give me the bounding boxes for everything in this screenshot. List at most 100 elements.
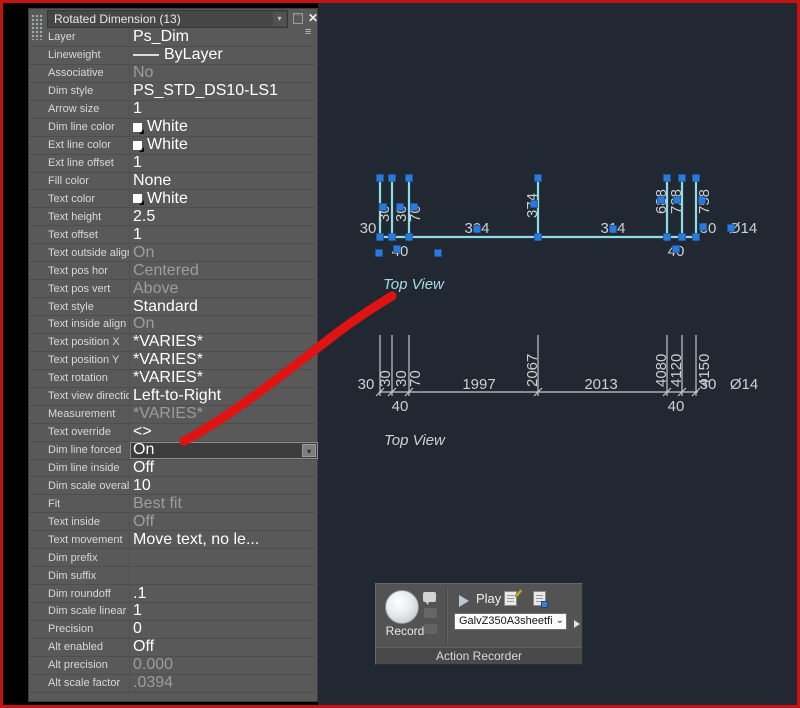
property-row-dim-line-color[interactable]: Dim line color White xyxy=(29,118,318,137)
property-value[interactable]: None xyxy=(130,172,318,190)
chevron-down-icon[interactable]: ▾ xyxy=(273,12,286,26)
property-value[interactable]: White xyxy=(130,136,318,154)
property-row-alt-scale-factor[interactable]: Alt scale factor .0394 xyxy=(29,674,318,693)
property-label: Dim line forced xyxy=(29,441,130,459)
property-row-fit[interactable]: Fit Best fit xyxy=(29,495,318,514)
property-row-text-inside-align[interactable]: Text inside align On xyxy=(29,315,318,334)
property-value[interactable]: 1 xyxy=(130,226,318,243)
property-row-text-outside-align[interactable]: Text outside align On xyxy=(29,244,318,263)
property-row-text-position-y[interactable]: Text position Y *VARIES* xyxy=(29,351,318,370)
property-value[interactable]: Move text, no le... xyxy=(130,531,318,548)
property-row-text-offset[interactable]: Text offset 1 xyxy=(29,226,318,245)
property-label: Alt scale factor xyxy=(29,674,130,692)
property-value[interactable]: Centered xyxy=(130,262,318,279)
property-value[interactable]: *VARIES* xyxy=(130,405,318,423)
copy-action-macro-icon[interactable] xyxy=(533,591,548,608)
property-label: Text position X xyxy=(29,333,130,351)
property-row-ext-line-offset[interactable]: Ext line offset 1 xyxy=(29,154,318,173)
property-row-dim-prefix[interactable]: Dim prefix xyxy=(29,549,318,568)
property-row-alt-precision[interactable]: Alt precision 0.000 xyxy=(29,656,318,675)
object-type-dropdown[interactable]: Rotated Dimension (13) ▾ xyxy=(47,10,288,28)
object-type-label: Rotated Dimension (13) xyxy=(54,12,181,26)
property-value[interactable]: On xyxy=(130,315,318,333)
property-value[interactable]: Off xyxy=(130,459,318,477)
property-value[interactable]: ByLayer xyxy=(130,46,318,64)
property-row-dim-style[interactable]: Dim style PS_STD_DS10-LS1 xyxy=(29,82,318,101)
property-row-text-rotation[interactable]: Text rotation *VARIES* xyxy=(29,369,318,388)
panel-expand-icon[interactable] xyxy=(574,620,580,628)
property-label: Dim line inside xyxy=(29,459,130,477)
property-row-text-height[interactable]: Text height 2.5 xyxy=(29,208,318,227)
property-row-ext-line-color[interactable]: Ext line color White xyxy=(29,136,318,155)
play-button-label[interactable]: Play xyxy=(476,591,501,606)
property-value[interactable]: Standard xyxy=(130,298,318,315)
property-value[interactable]: *VARIES* xyxy=(130,333,318,351)
action-macro-dropdown[interactable]: GalvZ350A3sheetfi ⌄ xyxy=(454,613,567,630)
property-row-text-movement[interactable]: Text movement Move text, no le... xyxy=(29,531,318,550)
property-value[interactable]: No xyxy=(130,64,318,82)
property-value[interactable]: 0 xyxy=(130,620,318,638)
property-value[interactable]: White xyxy=(130,118,318,136)
property-value[interactable]: *VARIES* xyxy=(130,351,318,369)
property-row-dim-scale-overall[interactable]: Dim scale overall 10 xyxy=(29,477,318,496)
property-value[interactable]: .1 xyxy=(130,585,318,602)
property-value[interactable]: Off xyxy=(130,638,318,656)
property-row-text-pos-vert[interactable]: Text pos vert Above xyxy=(29,280,318,299)
pause-user-input-icon[interactable] xyxy=(424,624,437,634)
property-label: Text pos hor xyxy=(29,262,130,280)
property-value[interactable]: On xyxy=(130,244,318,261)
property-row-dim-suffix[interactable]: Dim suffix xyxy=(29,567,318,586)
property-value[interactable]: Best fit xyxy=(130,495,318,512)
application-window: 30 30 30 70 304 374 314 688 728 758 30 40 40 Ø14 30 30… xyxy=(0,0,800,708)
value-dropdown-button[interactable]: ▾ xyxy=(302,443,316,457)
manage-action-macro-icon[interactable] xyxy=(504,589,523,606)
property-row-dim-line-forced[interactable]: Dim line forced On ▾ xyxy=(29,441,318,460)
property-row-measurement[interactable]: Measurement *VARIES* xyxy=(29,405,318,424)
property-value[interactable]: Left-to-Right xyxy=(130,387,318,405)
property-row-dim-scale-linear[interactable]: Dim scale linear 1 xyxy=(29,602,318,621)
quick-select-icon[interactable] xyxy=(293,13,303,24)
property-value[interactable]: 2.5 xyxy=(130,208,318,225)
property-value[interactable]: White xyxy=(130,190,318,207)
property-row-text-color[interactable]: Text color White xyxy=(29,190,318,209)
property-value[interactable] xyxy=(130,549,318,566)
insert-base-point-icon[interactable] xyxy=(424,608,437,618)
property-row-layer[interactable]: Layer Ps_Dim xyxy=(29,28,318,47)
property-label: Text outside align xyxy=(29,244,130,262)
property-value[interactable]: <> xyxy=(130,423,318,441)
property-label: Dim scale overall xyxy=(29,477,130,495)
property-value[interactable]: PS_STD_DS10-LS1 xyxy=(130,82,318,100)
insert-message-icon[interactable] xyxy=(423,592,436,605)
property-value[interactable]: 1 xyxy=(130,602,318,620)
property-row-arrow-size[interactable]: Arrow size 1 xyxy=(29,100,318,119)
property-label: Measurement xyxy=(29,405,130,423)
property-row-lineweight[interactable]: Lineweight ByLayer xyxy=(29,46,318,65)
property-row-fill-color[interactable]: Fill color None xyxy=(29,172,318,191)
property-row-text-pos-hor[interactable]: Text pos hor Centered xyxy=(29,262,318,281)
play-icon[interactable] xyxy=(459,595,469,607)
property-value[interactable]: On ▾ xyxy=(130,441,318,459)
property-row-alt-enabled[interactable]: Alt enabled Off xyxy=(29,638,318,657)
record-button[interactable] xyxy=(385,590,419,624)
property-row-text-style[interactable]: Text style Standard xyxy=(29,298,318,316)
property-value[interactable]: 10 xyxy=(130,477,318,494)
property-row-precision[interactable]: Precision 0 xyxy=(29,620,318,639)
property-value[interactable]: 0.000 xyxy=(130,656,318,674)
property-row-associative[interactable]: Associative No xyxy=(29,64,318,83)
property-row-text-override[interactable]: Text override <> xyxy=(29,423,318,442)
property-row-text-view-direction[interactable]: Text view direction Left-to-Right xyxy=(29,387,318,406)
property-row-dim-roundoff[interactable]: Dim roundoff .1 xyxy=(29,585,318,603)
property-value[interactable]: .0394 xyxy=(130,674,318,692)
property-value[interactable] xyxy=(130,567,318,584)
close-icon[interactable]: ✕ xyxy=(306,11,320,25)
property-row-dim-line-inside[interactable]: Dim line inside Off xyxy=(29,459,318,478)
property-value[interactable]: 1 xyxy=(130,154,318,172)
property-row-text-inside[interactable]: Text inside Off xyxy=(29,513,318,532)
property-value[interactable]: 1 xyxy=(130,100,318,118)
property-value[interactable]: Above xyxy=(130,280,318,297)
property-value[interactable]: *VARIES* xyxy=(130,369,318,387)
property-value[interactable]: Off xyxy=(130,513,318,530)
property-value[interactable]: Ps_Dim xyxy=(130,28,318,46)
property-row-text-position-x[interactable]: Text position X *VARIES* xyxy=(29,333,318,352)
property-label: Fit xyxy=(29,495,130,513)
